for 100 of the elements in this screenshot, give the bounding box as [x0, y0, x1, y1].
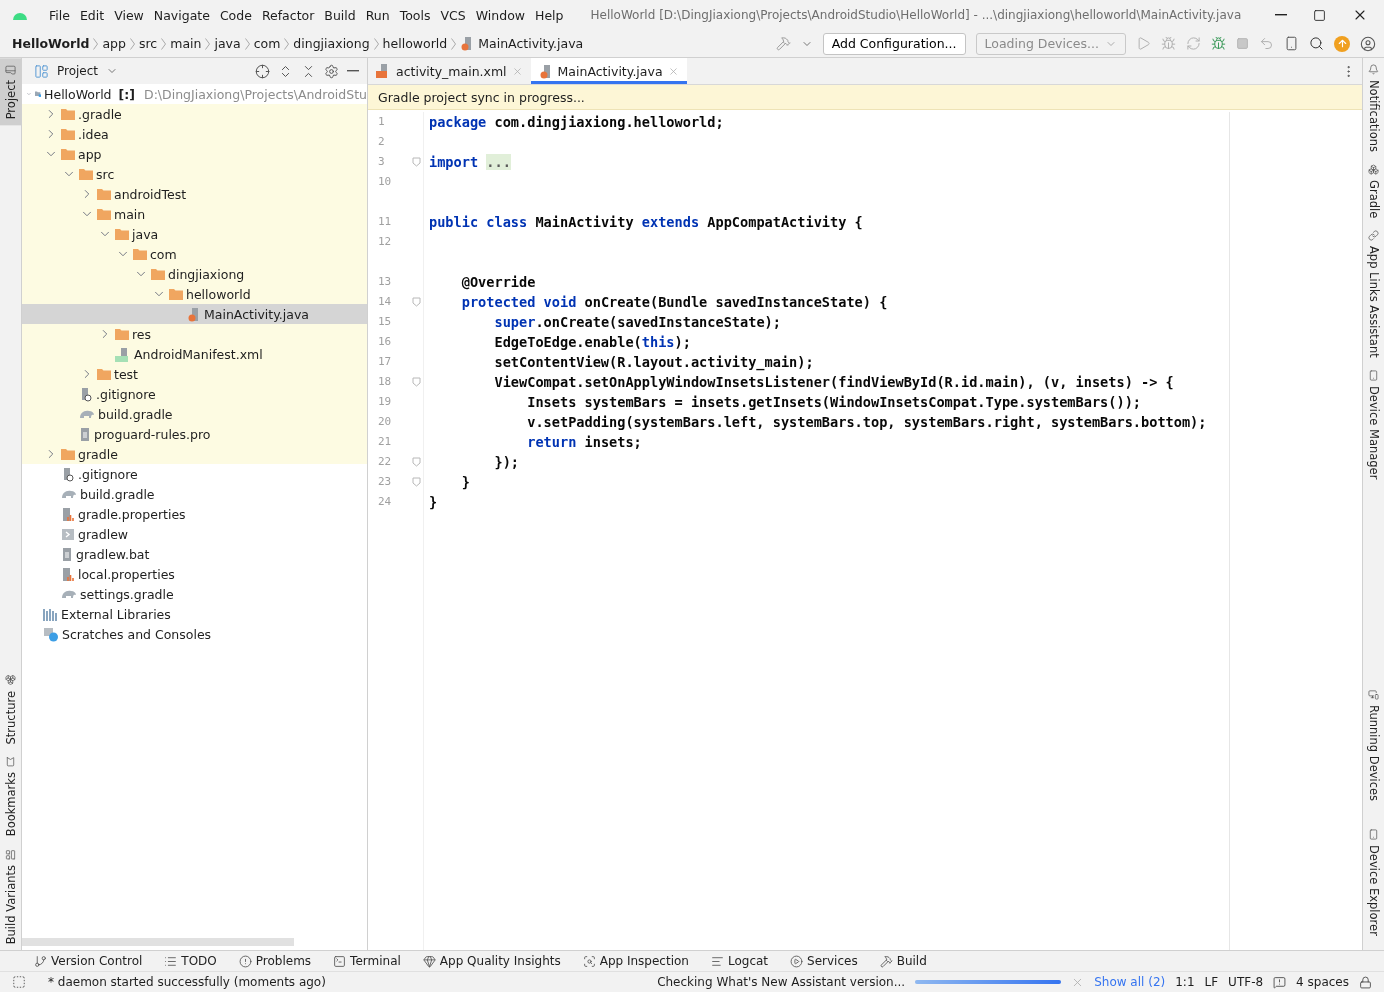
- tree-item[interactable]: Scratches and Consoles: [22, 624, 367, 644]
- breadcrumb-item[interactable]: MainActivity.java: [478, 36, 584, 51]
- configuration-button[interactable]: Add Configuration...: [822, 32, 966, 55]
- update-icon[interactable]: [1334, 35, 1350, 52]
- tree-item[interactable]: helloworld: [22, 284, 367, 304]
- tree-item[interactable]: test: [22, 364, 367, 384]
- line-ending[interactable]: LF: [1204, 975, 1219, 989]
- menu-item[interactable]: Help: [530, 7, 569, 23]
- tool-tab[interactable]: App Quality Insights: [422, 954, 561, 968]
- folder-icon: [115, 228, 129, 240]
- tree-item[interactable]: .idea: [22, 124, 367, 144]
- tree-item[interactable]: java: [22, 224, 367, 244]
- caret-position[interactable]: 1:1: [1175, 975, 1195, 989]
- tree-item[interactable]: .gradle: [22, 104, 367, 124]
- menu-item[interactable]: View: [109, 7, 149, 23]
- tree-item[interactable]: proguard-rules.pro: [22, 424, 367, 444]
- editor-tab[interactable]: activity_main.xml: [368, 58, 531, 84]
- tree-item[interactable]: gradlew: [22, 524, 367, 544]
- tool-window-tab[interactable]: Device Manager: [1363, 363, 1384, 486]
- breadcrumb-item[interactable]: dingjiaxiong: [293, 36, 370, 51]
- folder-icon: [97, 368, 111, 380]
- code-line: }: [460, 473, 470, 492]
- editor-tab[interactable]: MainActivity.java: [530, 58, 687, 84]
- account-icon: [1360, 35, 1376, 52]
- tool-window-tab[interactable]: App Links Assistant: [1363, 224, 1384, 364]
- tree-item[interactable]: androidTest: [22, 184, 367, 204]
- scratch-icon: [43, 626, 59, 642]
- separator-icon: [205, 37, 211, 50]
- fold-icon[interactable]: [412, 297, 421, 307]
- menu-item[interactable]: Run: [360, 7, 395, 23]
- tree-item[interactable]: app: [22, 144, 367, 164]
- tool-window-tab[interactable]: Device Explorer: [1363, 823, 1384, 942]
- tree-item[interactable]: build.gradle: [22, 484, 367, 504]
- tree-item[interactable]: AndroidManifest.xml: [22, 344, 367, 364]
- tree-item[interactable]: src: [22, 164, 367, 184]
- tool-tab[interactable]: Terminal: [333, 954, 401, 968]
- tree-item[interactable]: HelloWorld [:] D:\DingJiaxiong\Projects\AndroidStu: [22, 84, 367, 104]
- tool-tab[interactable]: Build: [879, 954, 927, 968]
- menu-item[interactable]: Edit: [74, 7, 110, 23]
- menu-item[interactable]: Window: [470, 7, 530, 23]
- tree-item[interactable]: res: [22, 324, 367, 344]
- tree-item[interactable]: gradle.properties: [22, 504, 367, 524]
- menu-item[interactable]: Tools: [394, 7, 436, 23]
- menu-item[interactable]: Code: [214, 7, 257, 23]
- fold-icon[interactable]: [412, 157, 421, 167]
- folder-icon: [97, 188, 111, 200]
- breadcrumb-item[interactable]: com: [253, 36, 281, 51]
- search-icon: [1309, 36, 1324, 51]
- tool-tab[interactable]: Services: [790, 954, 858, 968]
- tool-window-tab[interactable]: Gradle: [1363, 158, 1384, 225]
- phone-icon: [1368, 369, 1379, 381]
- encoding[interactable]: UTF-8: [1228, 975, 1264, 989]
- breadcrumb-item[interactable]: main: [170, 36, 202, 51]
- panel-title[interactable]: Project: [57, 64, 99, 78]
- tree-item[interactable]: External Libraries: [22, 604, 367, 624]
- tool-tab[interactable]: Version Control: [34, 954, 143, 968]
- tool-window-tab[interactable]: Notifications: [1363, 58, 1384, 158]
- breadcrumb-item[interactable]: app: [102, 36, 126, 51]
- menu-item[interactable]: File: [44, 7, 75, 23]
- menu-item[interactable]: Navigate: [148, 7, 215, 23]
- tree-item[interactable]: com: [22, 244, 367, 264]
- fold-icon[interactable]: [412, 377, 421, 387]
- tree-item[interactable]: .gitignore: [22, 464, 367, 484]
- tree-item[interactable]: .gitignore: [22, 384, 367, 404]
- tool-tab[interactable]: Problems: [238, 954, 312, 968]
- menu-item[interactable]: Refactor: [256, 7, 320, 23]
- line-number: 11: [378, 214, 392, 230]
- tool-window-tab[interactable]: Structure: [0, 668, 21, 751]
- tool-tab[interactable]: Logcat: [710, 954, 769, 968]
- device-manager-icon: [1284, 36, 1299, 51]
- show-all-link[interactable]: Show all (2): [1094, 975, 1166, 989]
- tree-item[interactable]: local.properties: [22, 564, 367, 584]
- tool-window-tab[interactable]: Bookmarks: [0, 750, 21, 843]
- tool-tab[interactable]: App Inspection: [582, 954, 689, 968]
- folder-icon: [61, 108, 75, 120]
- folder-icon: [61, 128, 75, 140]
- breadcrumb-item[interactable]: helloworld: [382, 36, 448, 51]
- libraries-icon: [43, 607, 58, 621]
- tool-tab[interactable]: TODO: [164, 954, 217, 968]
- tree-item[interactable]: dingjiaxiong: [22, 264, 367, 284]
- tool-window-tab[interactable]: Running Devices: [1363, 683, 1384, 808]
- indent-setting[interactable]: 4 spaces: [1296, 975, 1349, 989]
- breadcrumb-item[interactable]: HelloWorld: [12, 36, 90, 51]
- breadcrumb-item[interactable]: src: [138, 36, 158, 51]
- folder-icon: [133, 248, 147, 260]
- tree-item[interactable]: build.gradle: [22, 404, 367, 424]
- tree-item[interactable]: main: [22, 204, 367, 224]
- tree-item[interactable]: MainActivity.java: [22, 304, 367, 324]
- attach-debugger-icon: [1211, 36, 1226, 51]
- tool-window-tab[interactable]: Build Variants: [0, 842, 21, 950]
- tree-item[interactable]: gradlew.bat: [22, 544, 367, 564]
- minimize-icon[interactable]: [347, 70, 359, 72]
- scrollbar[interactable]: [22, 938, 294, 946]
- tree-item[interactable]: settings.gradle: [22, 584, 367, 604]
- minimize-icon[interactable]: [1275, 14, 1287, 16]
- menu-item[interactable]: Build: [319, 7, 361, 23]
- breadcrumb-item[interactable]: java: [214, 36, 241, 51]
- tree-item[interactable]: gradle: [22, 444, 367, 464]
- tool-window-tab[interactable]: Project: [0, 58, 21, 126]
- menu-item[interactable]: VCS: [435, 7, 471, 23]
